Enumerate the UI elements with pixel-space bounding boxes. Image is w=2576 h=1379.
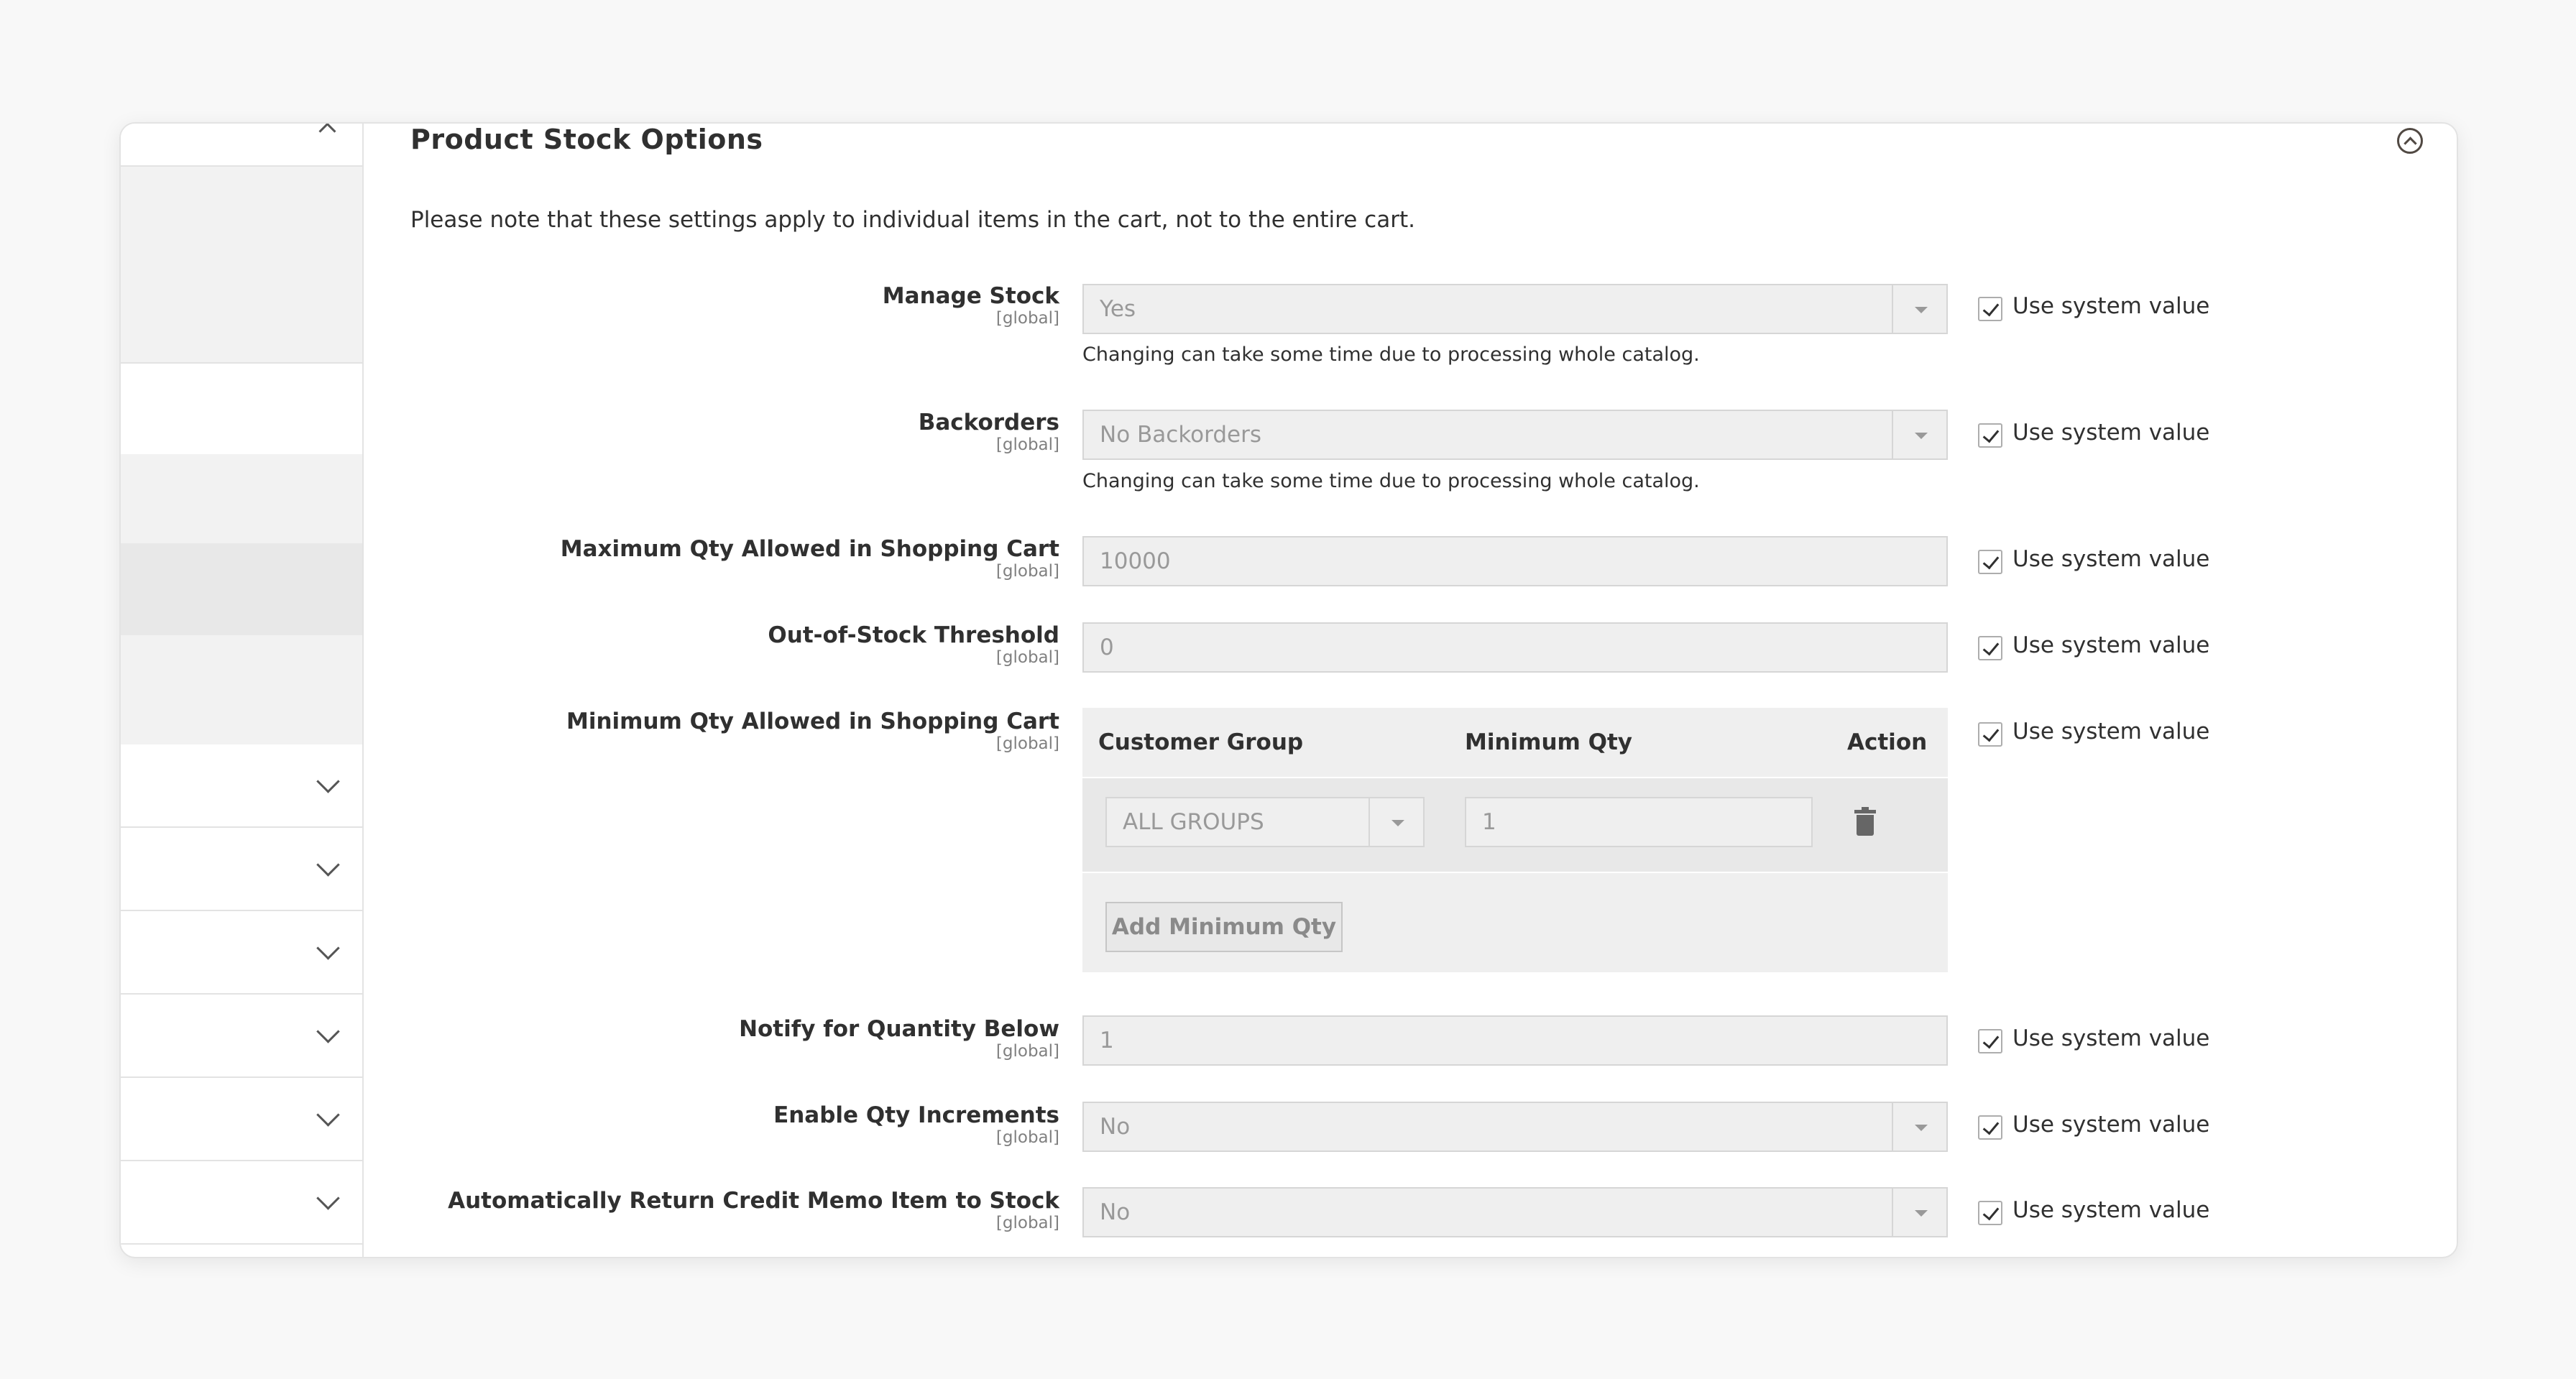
auto-return-scope: [global] <box>995 1214 1059 1232</box>
backorders-hint: Changing can take some time due to proce… <box>1082 470 1700 492</box>
qty-increments-value: No <box>1100 1114 1131 1140</box>
section-title[interactable]: Product Stock Options <box>410 124 763 155</box>
sidebar-section[interactable] <box>121 1161 362 1245</box>
auto-return-value: No <box>1100 1199 1131 1225</box>
manage-stock-label: Manage Stock <box>882 283 1059 309</box>
max-qty-use-system-checkbox[interactable] <box>1978 550 2002 574</box>
notify-below-use-system-checkbox[interactable] <box>1978 1029 2002 1053</box>
chevron-up-icon <box>318 124 336 140</box>
auto-return-use-system-checkbox[interactable] <box>1978 1201 2002 1225</box>
sidebar-group-block <box>121 167 362 362</box>
chevron-down-icon <box>316 770 340 793</box>
section-note: Please note that these settings apply to… <box>410 207 1415 233</box>
sidebar-section[interactable] <box>121 744 362 828</box>
chevron-down-icon <box>316 1103 340 1127</box>
qty-increments-use-system-checkbox[interactable] <box>1978 1115 2002 1140</box>
sidebar-item-active[interactable] <box>121 362 362 456</box>
dropdown-arrow-icon <box>1892 1189 1946 1236</box>
oos-threshold-use-system-checkbox[interactable] <box>1978 636 2002 660</box>
sidebar-item[interactable] <box>121 635 362 746</box>
backorders-select[interactable]: No Backorders <box>1082 410 1948 460</box>
manage-stock-use-system-label[interactable]: Use system value <box>2012 293 2209 319</box>
customer-group-select[interactable]: ALL GROUPS <box>1105 797 1425 847</box>
table-row: ALL GROUPS 1 <box>1082 778 1948 873</box>
min-qty-label: Minimum Qty Allowed in Shopping Cart <box>566 709 1059 734</box>
sidebar-item-selected[interactable] <box>121 543 362 635</box>
notify-below-label: Notify for Quantity Below <box>739 1016 1059 1042</box>
sidebar-item-top[interactable] <box>121 124 362 167</box>
max-qty-use-system-label[interactable]: Use system value <box>2012 546 2209 572</box>
notify-below-use-system-label[interactable]: Use system value <box>2012 1025 2209 1051</box>
manage-stock-use-system-checkbox[interactable] <box>1978 297 2002 321</box>
chevron-down-icon <box>316 1186 340 1210</box>
max-qty-scope: [global] <box>995 562 1059 581</box>
qty-increments-select[interactable]: No <box>1082 1102 1948 1152</box>
config-sidebar <box>121 124 364 1257</box>
backorders-label: Backorders <box>918 410 1059 435</box>
backorders-value: No Backorders <box>1100 422 1261 448</box>
backorders-scope: [global] <box>995 435 1059 454</box>
minimum-qty-input[interactable]: 1 <box>1465 797 1813 847</box>
auto-return-select[interactable]: No <box>1082 1187 1948 1237</box>
qty-increments-use-system-label[interactable]: Use system value <box>2012 1112 2209 1138</box>
col-customer-group: Customer Group <box>1098 729 1304 755</box>
manage-stock-select[interactable]: Yes <box>1082 284 1948 334</box>
dropdown-arrow-icon <box>1368 798 1423 846</box>
sidebar-section[interactable] <box>121 995 362 1078</box>
manage-stock-scope: [global] <box>995 309 1059 328</box>
oos-threshold-input[interactable]: 0 <box>1082 622 1948 673</box>
auto-return-label: Automatically Return Credit Memo Item to… <box>448 1188 1059 1214</box>
min-qty-grid: Customer Group Minimum Qty Action ALL GR… <box>1082 708 1948 972</box>
chevron-down-icon <box>316 1020 340 1043</box>
chevron-down-icon <box>316 936 340 960</box>
sidebar-item[interactable] <box>121 454 362 543</box>
trash-icon[interactable] <box>1854 807 1876 836</box>
col-action: Action <box>1847 729 1928 755</box>
manage-stock-hint: Changing can take some time due to proce… <box>1082 343 1700 366</box>
chevron-down-icon <box>316 853 340 877</box>
backorders-use-system-checkbox[interactable] <box>1978 423 2002 448</box>
min-qty-use-system-checkbox[interactable] <box>1978 722 2002 747</box>
sidebar-section[interactable] <box>121 1078 362 1161</box>
manage-stock-value: Yes <box>1100 296 1136 322</box>
dropdown-arrow-icon <box>1892 411 1946 458</box>
collapse-icon[interactable] <box>2397 128 2423 154</box>
add-minimum-qty-button[interactable]: Add Minimum Qty <box>1105 902 1343 952</box>
dropdown-arrow-icon <box>1892 1103 1946 1150</box>
min-qty-use-system-label[interactable]: Use system value <box>2012 719 2209 744</box>
max-qty-label: Maximum Qty Allowed in Shopping Cart <box>560 536 1059 562</box>
min-qty-grid-header: Customer Group Minimum Qty Action <box>1082 708 1948 778</box>
qty-increments-label: Enable Qty Increments <box>773 1102 1059 1128</box>
sidebar-section[interactable] <box>121 828 362 911</box>
notify-below-input[interactable]: 1 <box>1082 1015 1948 1066</box>
col-minimum-qty: Minimum Qty <box>1465 729 1633 755</box>
oos-threshold-label: Out-of-Stock Threshold <box>768 622 1059 648</box>
max-qty-input[interactable]: 10000 <box>1082 536 1948 586</box>
oos-threshold-use-system-label[interactable]: Use system value <box>2012 632 2209 658</box>
oos-threshold-scope: [global] <box>995 648 1059 667</box>
qty-increments-scope: [global] <box>995 1128 1059 1147</box>
dropdown-arrow-icon <box>1892 285 1946 333</box>
backorders-use-system-label[interactable]: Use system value <box>2012 420 2209 446</box>
notify-below-scope: [global] <box>995 1042 1059 1061</box>
sidebar-section[interactable] <box>121 911 362 995</box>
customer-group-value: ALL GROUPS <box>1123 809 1264 835</box>
min-qty-scope: [global] <box>995 734 1059 753</box>
auto-return-use-system-label[interactable]: Use system value <box>2012 1197 2209 1223</box>
